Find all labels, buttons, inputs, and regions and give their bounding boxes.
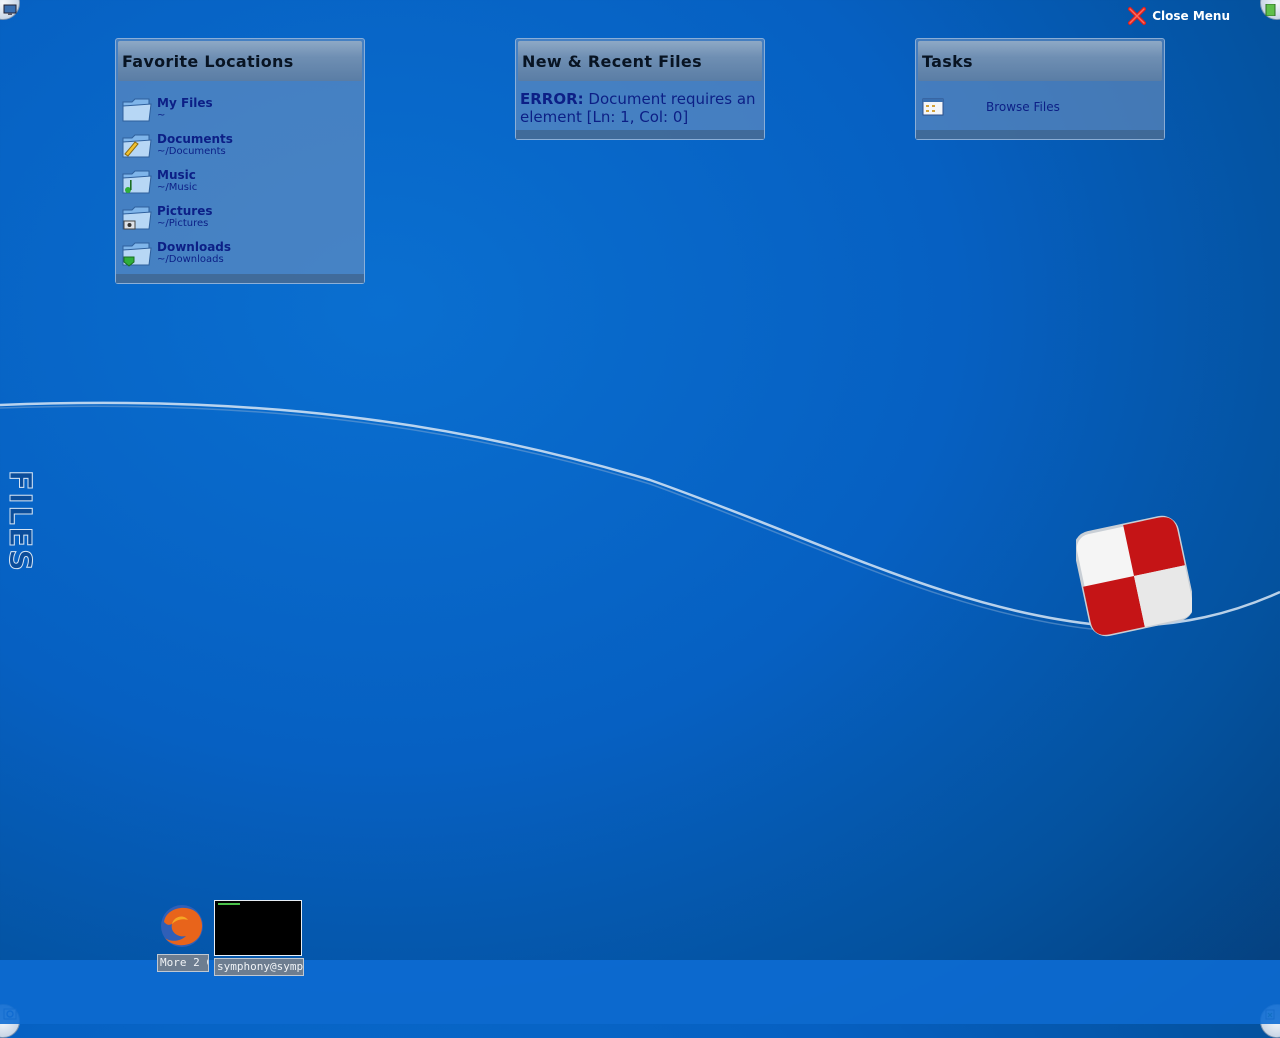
folder-downloads-icon bbox=[122, 242, 152, 267]
favorite-locations-panel: Favorite Locations My Files ~ Documents … bbox=[115, 38, 365, 284]
panel-title: Tasks bbox=[922, 51, 973, 71]
terminal-thumbnail[interactable] bbox=[214, 900, 302, 956]
folder-music-icon bbox=[122, 170, 152, 194]
location-name: Music bbox=[157, 168, 196, 182]
panel-footer bbox=[516, 130, 764, 139]
task-label: Browse Files bbox=[986, 100, 1060, 114]
distro-logo bbox=[1076, 515, 1192, 637]
location-pictures[interactable]: Pictures ~/Pictures bbox=[121, 202, 359, 236]
tasks-header: Tasks bbox=[918, 41, 1162, 81]
recent-files-header: New & Recent Files bbox=[518, 41, 762, 81]
location-path: ~/Pictures bbox=[157, 218, 209, 229]
monitor-icon bbox=[3, 4, 17, 15]
location-path: ~/Music bbox=[157, 182, 198, 193]
recent-files-panel: New & Recent Files ERROR: Document requi… bbox=[515, 38, 765, 140]
error-label: ERROR: bbox=[520, 90, 584, 108]
app-label: symphony@symph bbox=[214, 958, 304, 976]
location-music[interactable]: Music ~/Music bbox=[121, 166, 359, 200]
error-message: ERROR: Document requires an element [Ln:… bbox=[520, 90, 760, 126]
location-path: ~/Downloads bbox=[157, 254, 224, 265]
firefox-icon bbox=[161, 905, 203, 947]
tasks-panel: Tasks Browse Files bbox=[915, 38, 1165, 140]
folder-pictures-icon bbox=[122, 206, 152, 230]
close-x-icon bbox=[1128, 7, 1147, 25]
folder-home-icon bbox=[122, 98, 152, 122]
location-name: Documents bbox=[157, 132, 233, 146]
location-name: Downloads bbox=[157, 240, 232, 254]
close-menu-label: Close Menu bbox=[1152, 9, 1230, 23]
document-green-icon bbox=[1265, 4, 1276, 16]
panel-title: New & Recent Files bbox=[522, 51, 702, 71]
panel-footer bbox=[916, 130, 1164, 139]
favorite-locations-header: Favorite Locations bbox=[118, 41, 362, 81]
task-browse-files[interactable]: Browse Files bbox=[922, 96, 1158, 118]
panel-footer bbox=[116, 274, 364, 283]
folder-documents-icon bbox=[122, 134, 152, 158]
location-name: My Files bbox=[157, 96, 213, 110]
browse-files-icon bbox=[922, 98, 944, 116]
panel-title: Favorite Locations bbox=[122, 51, 294, 71]
location-downloads[interactable]: Downloads ~/Downloads bbox=[121, 238, 359, 272]
location-documents[interactable]: Documents ~/Documents bbox=[121, 130, 359, 164]
location-path: ~ bbox=[157, 110, 166, 121]
taskbar-app-firefox[interactable]: More 2 C bbox=[156, 902, 209, 972]
files-side-label: FILES bbox=[2, 470, 38, 574]
close-menu-button[interactable]: Close Menu bbox=[1127, 6, 1230, 26]
location-my-files[interactable]: My Files ~ bbox=[121, 94, 359, 128]
location-path: ~/Documents bbox=[157, 146, 226, 157]
app-label: More 2 C bbox=[157, 954, 209, 972]
location-name: Pictures bbox=[157, 204, 213, 218]
